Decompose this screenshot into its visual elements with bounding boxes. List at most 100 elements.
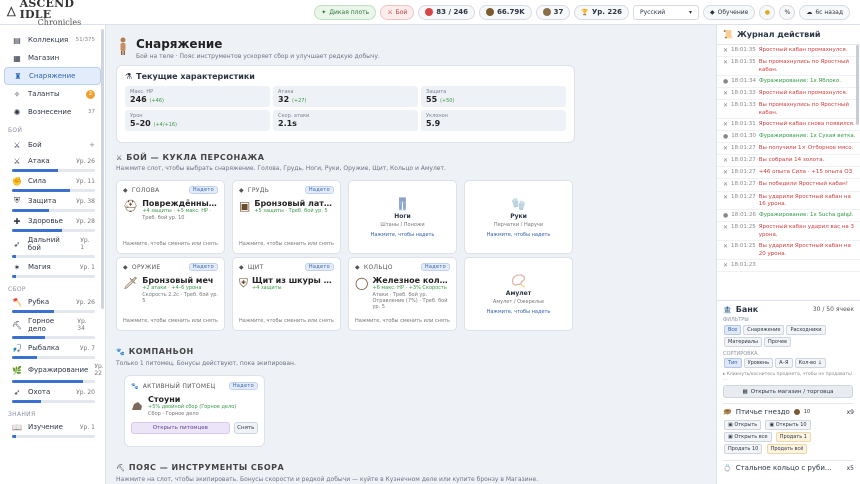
filter-chip[interactable]: Материалы <box>724 337 762 347</box>
skill-progress <box>12 356 95 359</box>
equip-slot-0[interactable]: ◆ГОЛОВА Надето ⛑Повреждённый же...+4 защит… <box>116 180 225 254</box>
equip-slot-2[interactable]: ◆ ОРУЖИЕ Надето 🗡 Бронзовый меч +2 атаки · +4… <box>116 257 225 331</box>
bank-item-ring[interactable]: 💍 Стальное кольцо с руби... x5 <box>723 460 854 472</box>
sidebar-skill[interactable]: ➶ Охота Ур. 20 <box>4 385 101 405</box>
item-name: Железное кольцо ... <box>372 276 450 285</box>
sidebar-item-fight[interactable]: ⚔ Бой + <box>4 136 101 154</box>
dungeon-pill[interactable]: ✦ Дикая плоть <box>314 4 377 20</box>
sell-one-button[interactable]: Продать 1 <box>775 432 811 442</box>
training-label: Обучение <box>717 8 749 16</box>
sidebar-item-shop[interactable]: ▦ Магазин <box>4 49 101 67</box>
log-time: 18:01:31 <box>731 120 756 127</box>
top-bar: ASCEND IDLE Chronicles ✦ Дикая плоть ⚔ Бой… <box>0 0 860 26</box>
slot-name: ЩИТ <box>247 263 264 271</box>
sidebar-skill[interactable]: 🎣 Рыбалка Ур. 7 <box>4 341 101 361</box>
swords-icon: ⚔ <box>116 153 123 162</box>
equip-slot-1[interactable]: ◆ГРУДЬ Надето ▣Бронзовый латный...+5 защит… <box>232 180 341 254</box>
skill-level: Ур. 1 <box>79 423 95 431</box>
log-icon: ✕ <box>723 47 729 54</box>
log-time: 18:01:33 <box>731 102 756 109</box>
skill-label: Защита <box>28 197 57 205</box>
open-shop-button[interactable]: ▦ Открыть магазин / торговца <box>723 385 853 398</box>
shield-icon: ⛨ <box>14 196 20 205</box>
sidebar-item-label: Снаряжение <box>29 72 76 80</box>
pet-card-title: АКТИВНЫЙ ПИТОМЕЦ <box>142 382 216 390</box>
sidebar-skill[interactable]: ✶ Магия Ур. 1 <box>4 260 101 280</box>
companion-title: КОМПАНЬОН <box>128 347 194 356</box>
remove-pet-button[interactable]: Снять <box>233 421 258 434</box>
bank-item-nest[interactable]: 🪹 Птичье гнездо 10 x9 ▣ Открыть ▣ Открыть 1… <box>723 403 854 455</box>
log-time: 18:01:30 <box>731 133 756 140</box>
sidebar-skill[interactable]: ⛏ Горное дело Ур. 34 <box>4 315 101 341</box>
skill-progress <box>12 209 95 212</box>
log-time: 18:01:35 <box>731 47 756 53</box>
slot-name: ОРУЖИЕ <box>131 263 161 271</box>
sidebar-skill[interactable]: ⚔ Атака Ур. 26 <box>4 154 101 174</box>
log-time: 18:01:33 <box>731 90 756 97</box>
sidebar-skill[interactable]: 🌿 Фуражирование Ур. 22 <box>4 361 104 385</box>
log-scrollbar[interactable] <box>856 45 859 125</box>
open-pets-button[interactable]: Открыть питомцев <box>131 421 230 434</box>
skill-label: Сила <box>28 177 47 185</box>
item-count: x9 <box>846 408 854 416</box>
pickaxe-icon: ⛏ <box>11 320 23 330</box>
section-knowledge: ЗНАНИЯ <box>8 411 36 418</box>
sidebar-item-talents[interactable]: ✧ Таланты 2 <box>4 85 101 103</box>
empty-slot-1[interactable]: 🧤 Руки Перчатки / Наручи Нажмите, чтобы над… <box>464 180 573 254</box>
sort-chip[interactable]: Уровень <box>743 358 774 368</box>
sidebar-item-equipment[interactable]: ♜ Снаряжение <box>4 67 101 85</box>
language-select[interactable]: Русский ▾ <box>633 4 699 20</box>
filter-chip[interactable]: Все <box>724 325 742 335</box>
skill-level: Ур. 38 <box>76 197 95 205</box>
sidebar-item-collection[interactable]: ▤ Коллекция 51/375 <box>4 31 101 49</box>
filter-chip[interactable]: Расходники <box>786 325 826 335</box>
skill-progress <box>12 255 95 258</box>
log-icon: ✕ <box>723 59 729 67</box>
ascension-count: 37 <box>88 109 95 115</box>
stat-value: 32 <box>278 95 290 104</box>
filter-chip[interactable]: Снаряжение <box>743 325 785 335</box>
sidebar-skill[interactable]: ➶ Дальний бой Ур. 1 <box>4 234 101 260</box>
belt-title: ПОЯС — ИНСТРУМЕНТЫ СБОРА <box>128 463 285 472</box>
sell-all-button[interactable]: Продать всё <box>766 444 808 454</box>
filter-chip[interactable]: Прочее <box>764 337 792 347</box>
log-icon: ✕ <box>723 120 729 128</box>
language-value: Русский <box>640 8 666 16</box>
sidebar-skill[interactable]: 📖 Изучение Ур. 1 <box>4 420 101 440</box>
sidebar-skill[interactable]: ✊ Сила Ур. 11 <box>4 174 101 194</box>
open-one-button[interactable]: ▣ Открыть <box>724 420 762 430</box>
fight-pill[interactable]: ⚔ Бой <box>380 4 415 20</box>
sidebar-scrollbar[interactable] <box>101 29 104 309</box>
log-icon: ✕ <box>723 181 729 189</box>
sun-button[interactable]: ● <box>759 4 776 20</box>
sort-chip[interactable]: A–Я <box>775 358 793 368</box>
sidebar-item-ascension[interactable]: ✺ Вознесение 37 <box>4 103 101 121</box>
empty-slot-0[interactable]: 👖 Ноги Штаны / Поножи Нажмите, чтобы надеть <box>348 180 457 254</box>
bow-icon: ➶ <box>13 239 21 249</box>
sidebar-skill[interactable]: ✚ Здоровье Ур. 28 <box>4 214 101 234</box>
percent-button[interactable]: % <box>779 4 796 20</box>
item-name: Стальное кольцо с руби... <box>735 464 832 472</box>
doll-header: ⚔ БОЙ — КУКЛА ПЕРСОНАЖА <box>116 153 446 162</box>
item-stats: +4 защиты <box>252 285 282 291</box>
sort-chip[interactable]: Тип <box>724 358 742 368</box>
log-message: Вы промахнулись по Яростный кабан. <box>758 102 849 116</box>
empty-slot-2[interactable]: 📿 Амулет Амулет / Ожерелье Нажмите, чтобы н… <box>464 257 573 331</box>
skill-label: Магия <box>28 263 51 271</box>
open-ten-button[interactable]: ▣ Открыть 10 <box>765 420 811 430</box>
open-all-button[interactable]: ▣ Открыть все <box>724 432 772 442</box>
log-row: ✕ 18:01:27 Вы победили Яростный кабан! <box>717 179 860 192</box>
log-icon: ✕ <box>723 243 729 251</box>
skill-label: Дальний бой <box>27 236 60 252</box>
equip-slot-4[interactable]: ◆КОЛЬЦО Надето ◯Железное кольцо ...+6 макс… <box>348 257 457 331</box>
training-button[interactable]: ◆ Обучение <box>703 4 756 20</box>
sidebar-skill[interactable]: ⛨ Защита Ур. 38 <box>4 194 101 214</box>
sell-ten-button[interactable]: Продать 10 <box>724 444 763 454</box>
log-icon: ● <box>723 133 729 141</box>
skill-level: Ур. 1 <box>80 237 90 251</box>
pickaxe-icon: ⛏ <box>116 463 125 472</box>
sort-chip[interactable]: Кол-во ↓ <box>794 358 826 368</box>
sidebar-skill[interactable]: 🪓 Рубка Ур. 26 <box>4 295 101 315</box>
equip-slot-3[interactable]: ◆ЩИТ Надето ⛨Щит из шкуры гоб...+4 защиты Н… <box>232 257 341 331</box>
stat-bonus: (+46) <box>149 98 164 104</box>
